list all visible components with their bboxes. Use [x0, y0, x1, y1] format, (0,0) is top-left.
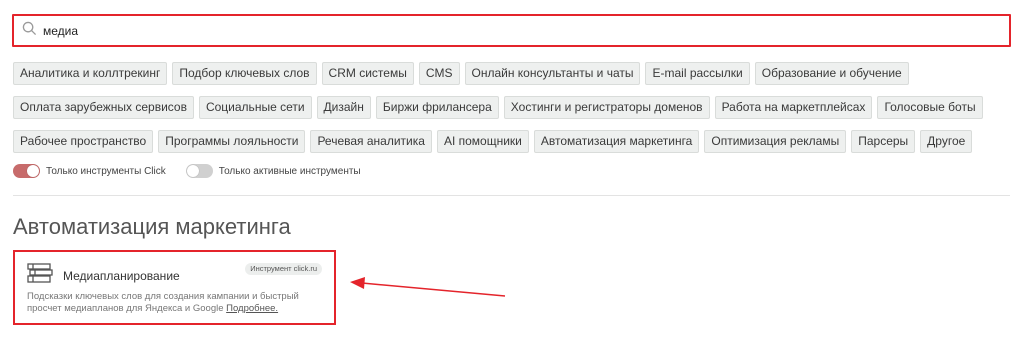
annotation-arrow — [350, 277, 506, 297]
